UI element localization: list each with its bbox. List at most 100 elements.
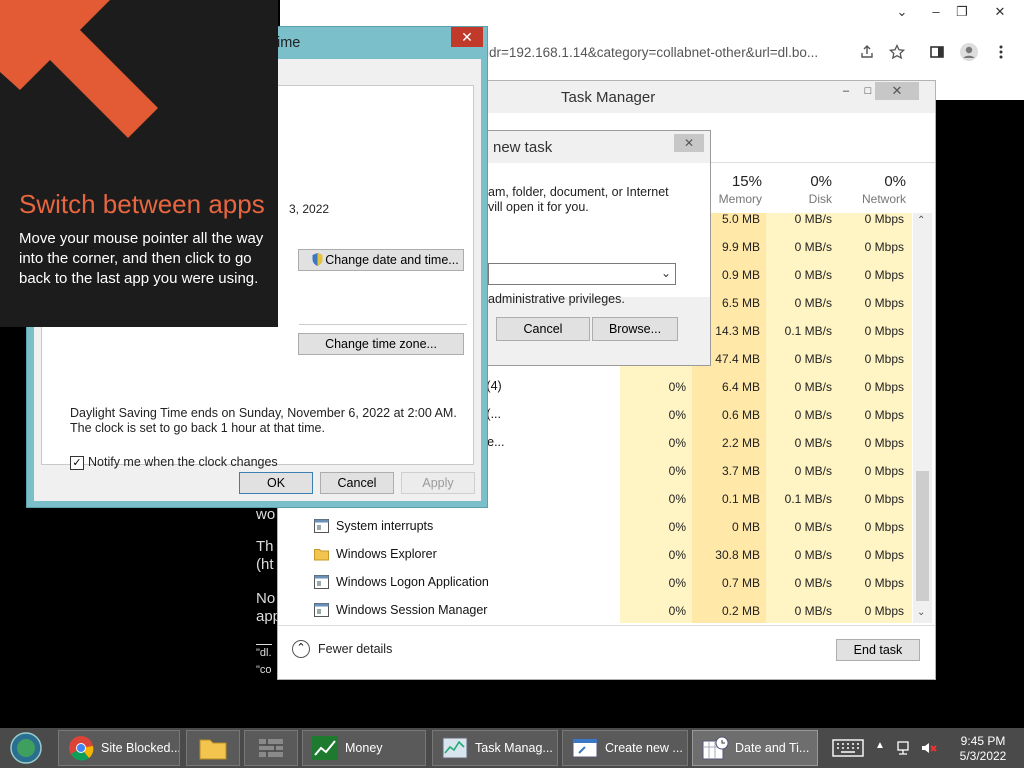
restore-icon[interactable]: ❐ (948, 0, 976, 24)
close-icon[interactable]: ✕ (451, 27, 483, 47)
clock-time: 9:45 PM (960, 734, 1006, 748)
table-row[interactable]: Windows Explorer 0% 30.8 MB 0 MB/s 0 Mbp… (278, 541, 912, 569)
chevron-down-icon[interactable]: ⌄ (661, 266, 671, 280)
address-bar-text[interactable]: ldr=192.168.1.14&category=collabnet-othe… (486, 45, 818, 60)
disk-value: 0 MB/s (794, 352, 832, 366)
ok-button[interactable]: OK (239, 472, 313, 494)
taskbar-item-chrome[interactable]: Site Blocked... (58, 730, 180, 766)
network-value: 0 Mbps (864, 213, 904, 226)
chevron-up-icon[interactable]: ⌃ (292, 640, 310, 658)
apply-button[interactable]: Apply (401, 472, 475, 494)
cancel-button[interactable]: Cancel (496, 317, 590, 341)
taskbar-item-explorer[interactable] (186, 730, 240, 766)
taskbar-item-money[interactable]: Money (302, 730, 426, 766)
memory-value: 0.1 MB (721, 492, 760, 506)
process-list-scrollbar[interactable]: ⌃ ⌄ (913, 213, 932, 623)
disk-label: Disk (808, 192, 832, 206)
page-fragment: Th (256, 538, 274, 555)
scroll-down-icon[interactable]: ⌄ (917, 607, 925, 618)
sidepanel-icon[interactable] (924, 38, 950, 66)
start-orb-icon[interactable] (8, 731, 44, 765)
open-combobox[interactable]: ⌄ (488, 263, 676, 285)
chrome-icon (67, 735, 95, 761)
disk-value: 0 MB/s (794, 436, 832, 450)
cpu-value: 0% (668, 604, 686, 618)
create-task-description: am, folder, document, or Internet vill o… (488, 185, 688, 215)
notify-label: Notify me when the clock changes (88, 455, 278, 469)
minimize-icon[interactable]: – (922, 0, 950, 24)
show-hidden-icons-icon[interactable]: ▲ (875, 740, 885, 751)
profile-icon[interactable] (956, 38, 982, 66)
cpu-value: 0% (668, 408, 686, 422)
system-process-icon (314, 603, 329, 617)
page-fragment: "dl. (256, 644, 272, 659)
table-row[interactable]: Windows Logon Application 0% 0.7 MB 0 MB… (278, 569, 912, 597)
taskbar-item-date-time[interactable]: Date and Ti... (692, 730, 818, 766)
close-icon[interactable]: ✕ (674, 134, 704, 152)
memory-value: 0 MB (731, 520, 760, 534)
system-process-icon (314, 519, 329, 533)
money-chart-icon (311, 735, 339, 761)
star-icon[interactable] (884, 38, 910, 66)
taskbar-item-label: Task Manag... (475, 741, 553, 755)
bricks-icon (257, 735, 285, 761)
network-value: 0 Mbps (864, 268, 904, 282)
table-row[interactable]: System interrupts 0% 0 MB 0 MB/s 0 Mbps (278, 513, 912, 541)
taskbar-item-bricks[interactable] (244, 730, 298, 766)
menu-icon[interactable] (988, 38, 1014, 66)
scroll-up-icon[interactable]: ⌃ (917, 215, 925, 226)
memory-value: 6.4 MB (721, 380, 760, 394)
page-fragment: (ht (256, 556, 274, 573)
cpu-value: 0% (668, 576, 686, 590)
browse-button[interactable]: Browse... (592, 317, 678, 341)
keyboard-icon[interactable] (832, 738, 864, 758)
disk-value: 0 MB/s (794, 240, 832, 254)
taskbar-item-create-task[interactable]: Create new ... (562, 730, 688, 766)
end-task-button[interactable]: End task (836, 639, 920, 661)
network-value: 0 Mbps (864, 408, 904, 422)
scrollbar-thumb[interactable] (916, 471, 929, 601)
disk-value: 0 MB/s (794, 408, 832, 422)
disk-value: 0 MB/s (794, 464, 832, 478)
admin-privileges-label: administrative privileges. (488, 292, 625, 306)
calendar-clock-icon (701, 735, 729, 761)
network-icon[interactable] (896, 739, 912, 757)
memory-value: 0.6 MB (721, 408, 760, 422)
network-value: 0 Mbps (864, 436, 904, 450)
table-row[interactable]: Windows Session Manager 0% 0.2 MB 0 MB/s… (278, 597, 912, 623)
divider (299, 324, 467, 325)
network-value: 0 Mbps (864, 520, 904, 534)
column-network[interactable]: 0% Network (838, 173, 906, 206)
process-name: Windows Logon Application (336, 575, 489, 589)
volume-muted-icon[interactable] (920, 739, 938, 757)
cancel-button[interactable]: Cancel (320, 472, 394, 494)
task-manager-title: Task Manager (561, 89, 656, 106)
cpu-value: 0% (668, 380, 686, 394)
hint-body: Move your mouse pointer all the way into… (19, 230, 264, 287)
description-line: vill open it for you. (488, 200, 589, 214)
system-clock[interactable]: 9:45 PM 5/3/2022 (952, 734, 1014, 764)
close-icon[interactable]: ✕ (875, 82, 919, 100)
memory-value: 0.7 MB (721, 576, 760, 590)
disk-value: 0 MB/s (794, 548, 832, 562)
shield-icon (311, 252, 324, 267)
fewer-details-link[interactable]: Fewer details (318, 642, 392, 656)
share-icon[interactable] (854, 38, 880, 66)
tab-search-chevron-icon[interactable]: ⌄ (888, 0, 916, 24)
network-value: 0 Mbps (864, 464, 904, 478)
network-label: Network (861, 192, 906, 206)
column-disk[interactable]: 0% Disk (766, 173, 832, 206)
process-name: Windows Session Manager (336, 603, 488, 617)
taskbar-item-label: Site Blocked... (101, 741, 180, 755)
notify-checkbox[interactable]: ✓ (70, 456, 84, 470)
switch-apps-hint: Switch between apps Move your mouse poin… (0, 0, 278, 327)
taskbar-item-label: Money (345, 741, 383, 755)
change-time-zone-button[interactable]: Change time zone... (298, 333, 464, 355)
change-date-time-button[interactable]: Change date and time... (298, 249, 464, 271)
close-icon[interactable]: ✕ (986, 0, 1014, 24)
disk-value: 0.1 MB/s (784, 492, 832, 506)
network-value: 0 Mbps (864, 548, 904, 562)
page-fragment: No (256, 590, 276, 607)
taskbar-item-task-manager[interactable]: Task Manag... (432, 730, 558, 766)
create-task-body: am, folder, document, or Internet vill o… (488, 163, 710, 306)
